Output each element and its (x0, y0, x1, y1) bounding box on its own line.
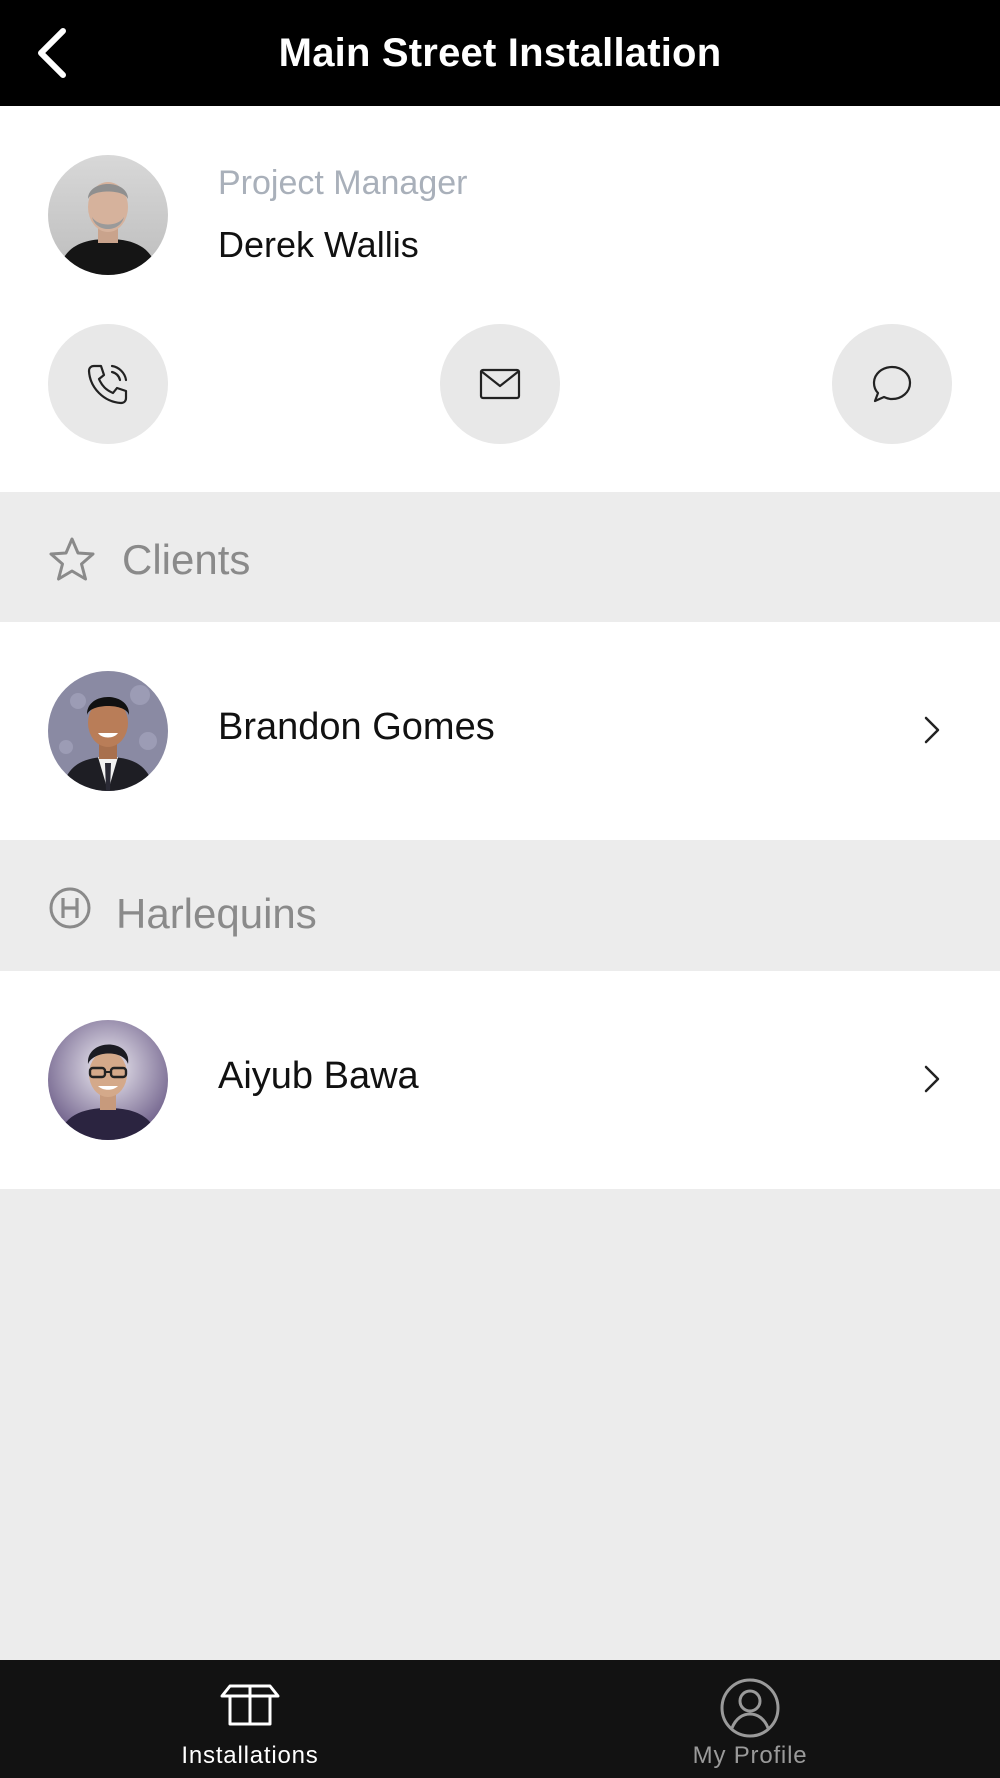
star-icon (49, 537, 95, 581)
back-button[interactable] (20, 20, 86, 86)
contact-name: Brandon Gomes (218, 706, 495, 748)
contact-name: Aiyub Bawa (218, 1055, 419, 1097)
tab-my-profile[interactable]: My Profile (500, 1660, 1000, 1778)
contact-row-brandon-gomes[interactable]: Brandon Gomes (0, 622, 1000, 840)
page-title: Main Street Installation (278, 30, 722, 75)
email-button[interactable] (440, 324, 560, 444)
manager-avatar (48, 155, 168, 275)
contact-avatar (48, 1020, 168, 1140)
section-header-clients: Clients (0, 492, 1000, 622)
phone-icon (87, 364, 128, 405)
contact-avatar (48, 671, 168, 791)
letter-h-circle-icon (49, 887, 91, 929)
manager-name: Derek Wallis (218, 224, 419, 265)
section-header-harlequins: Harlequins (0, 840, 1000, 970)
call-button[interactable] (48, 324, 168, 444)
tab-installations[interactable]: Installations (0, 1660, 500, 1778)
user-circle-icon (720, 1678, 780, 1738)
chat-bubble-icon (872, 365, 912, 403)
manager-role-label: Project Manager (218, 164, 468, 202)
box-icon (220, 1684, 280, 1726)
section-title: Clients (122, 536, 251, 583)
contact-row-aiyub-bawa[interactable]: Aiyub Bawa (0, 971, 1000, 1189)
message-button[interactable] (832, 324, 952, 444)
top-nav-bar: Main Street Installation (0, 0, 1000, 106)
tab-label: My Profile (692, 1742, 808, 1769)
app-screen: Main Street Installation Project Manager… (0, 0, 1000, 1778)
chevron-right-icon (924, 1065, 940, 1093)
mail-icon (479, 368, 521, 400)
project-manager-card: Project Manager Derek Wallis (0, 106, 1000, 492)
tab-label: Installations (181, 1742, 319, 1769)
chevron-right-icon (924, 716, 940, 744)
bottom-tab-bar: Installations My Profile (0, 1660, 1000, 1778)
section-title: Harlequins (116, 890, 317, 937)
chevron-left-icon (38, 28, 66, 78)
